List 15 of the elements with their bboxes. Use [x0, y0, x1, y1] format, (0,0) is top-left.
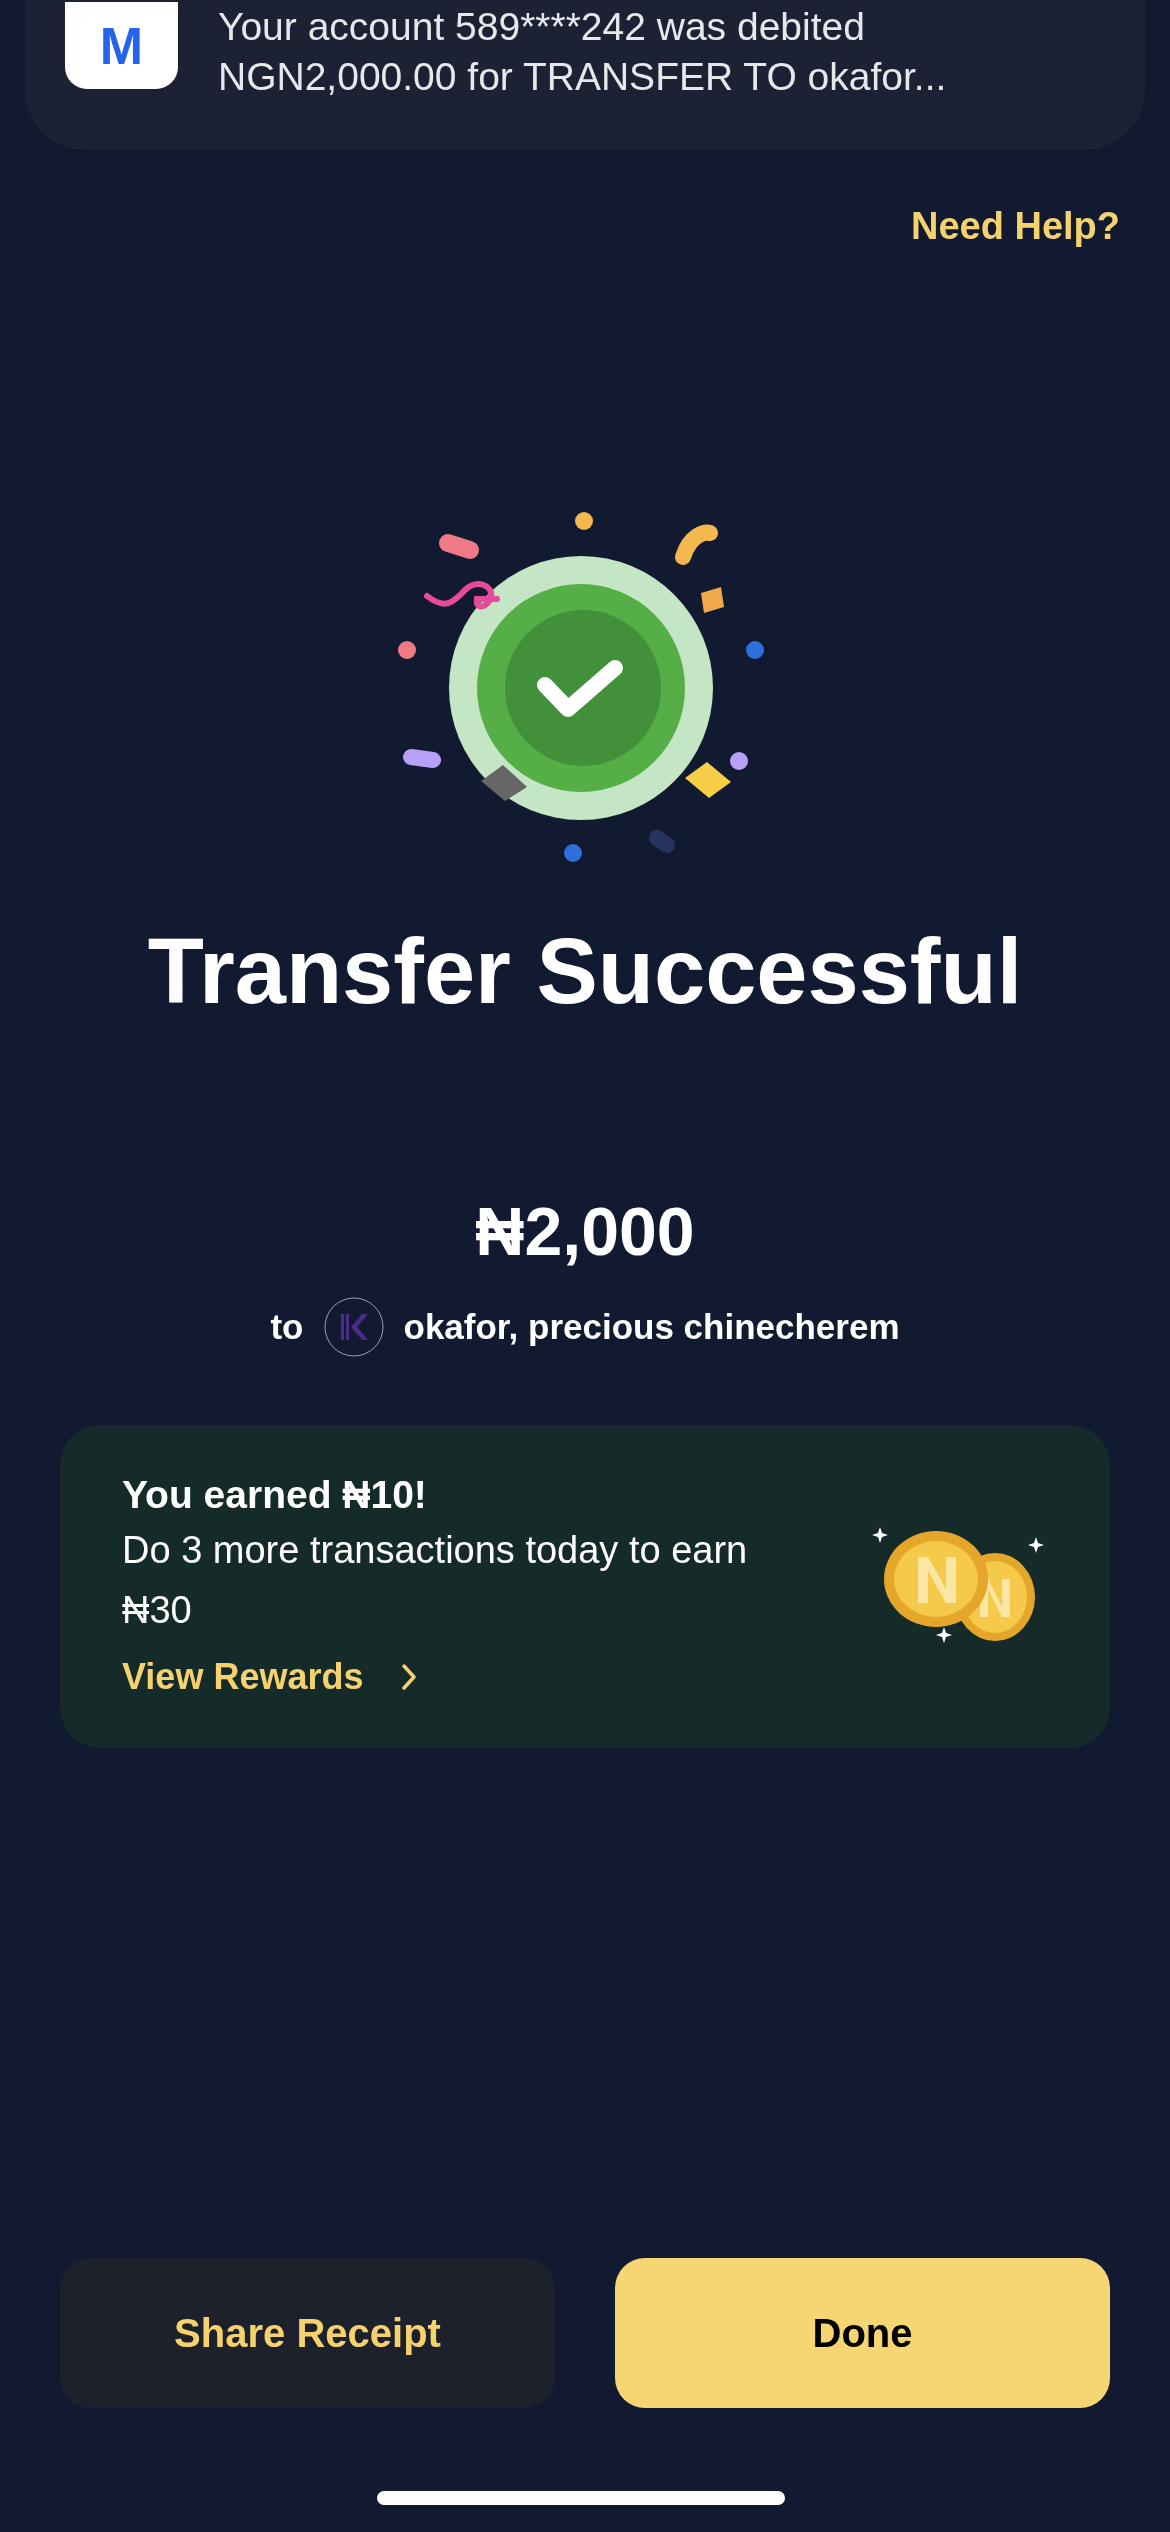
- need-help-link[interactable]: Need Help?: [910, 198, 1120, 255]
- reward-title: You earned ₦10!: [122, 1471, 428, 1518]
- amount-text: ₦2,000: [475, 1197, 695, 1265]
- logo-icon: [323, 1297, 384, 1357]
- notification-banner[interactable]: M Your account 589****242 was debited NGN2,000.00 for TRANSFER TO okafor...: [25, 0, 1145, 150]
- reward-description: Do 3 more transactions today to earn ₦30: [122, 1527, 749, 1633]
- status-title: Transfer Successful: [147, 925, 1023, 1017]
- done-button[interactable]: Done: [615, 2258, 1110, 2408]
- chevron-right-icon: [401, 1662, 418, 1691]
- recipient-prefix: to: [270, 1305, 304, 1348]
- notification-message: Your account 589****242 was debited NGN2,000.00 for TRANSFER TO okafor...: [218, 4, 948, 100]
- app-icon: M: [65, 2, 178, 89]
- view-rewards-link[interactable]: View Rewards: [122, 1649, 842, 1704]
- share-receipt-button[interactable]: Share Receipt: [60, 2258, 555, 2408]
- recipient-name: okafor, precious chinecherem: [403, 1305, 900, 1348]
